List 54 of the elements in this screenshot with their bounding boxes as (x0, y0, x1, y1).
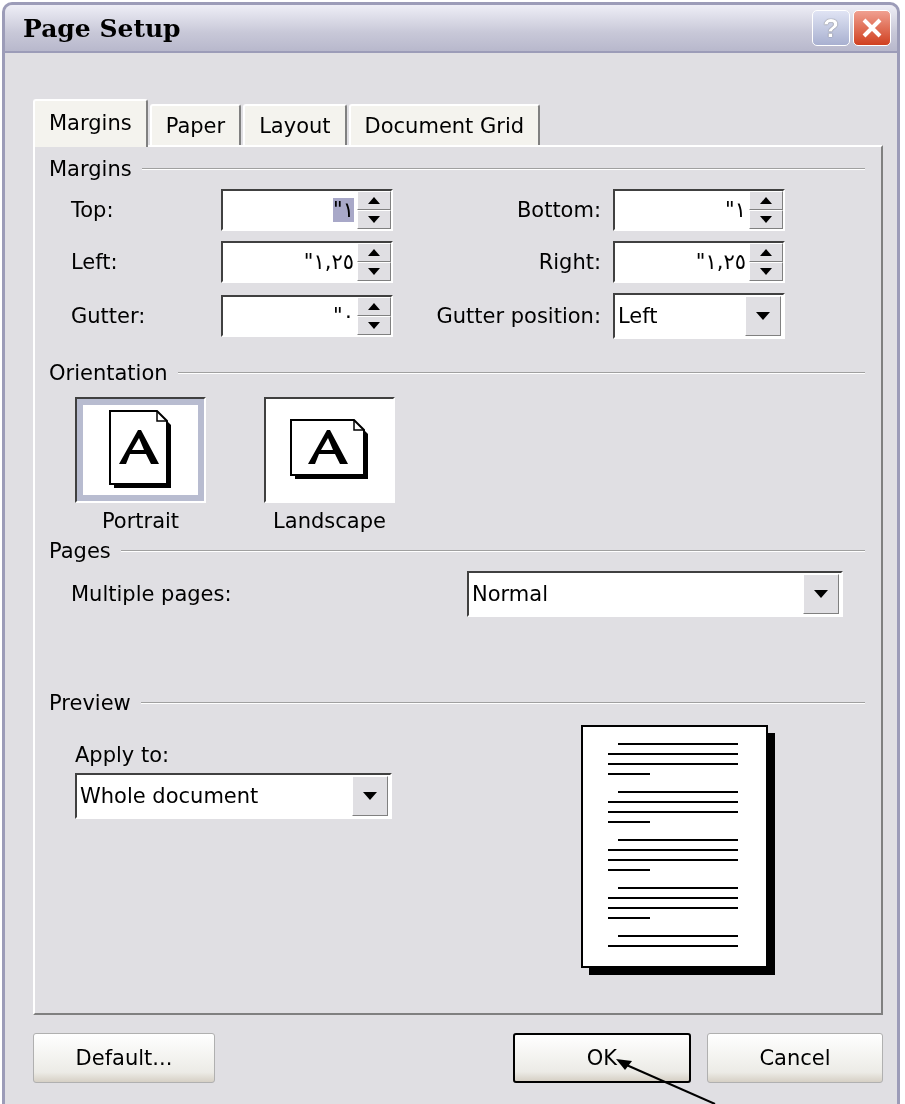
dialog-button[interactable]: Cancel (707, 1033, 883, 1083)
dropdown[interactable]: Normal (467, 571, 843, 617)
field-value: "١,٢٥ (303, 250, 354, 274)
field-label: Bottom: (515, 198, 602, 222)
down-arrow-icon (760, 216, 772, 223)
option-label: Landscape (273, 509, 386, 533)
field-label: Multiple pages: (71, 582, 232, 606)
tab[interactable]: Paper (149, 104, 242, 145)
field-value: "٠ (333, 304, 354, 328)
field-label: Top: (71, 198, 115, 222)
up-arrow-icon (760, 249, 772, 256)
group-title: Pages (49, 539, 111, 563)
group-title: Margins (49, 157, 132, 181)
group-title: Preview (49, 691, 131, 715)
group-title: Orientation (49, 361, 168, 385)
spin-field[interactable]: "٠ (221, 295, 393, 337)
window-title: Page Setup (23, 13, 182, 43)
field-value: "١ (333, 198, 354, 222)
field-label: Left: (71, 250, 119, 274)
dropdown[interactable]: Whole document (75, 773, 392, 819)
down-arrow-icon (760, 268, 772, 275)
dialog-button[interactable]: OK (513, 1033, 691, 1083)
orientation-option[interactable] (75, 397, 206, 503)
field-label: Right: (537, 250, 602, 274)
field-label: Gutter: (71, 304, 147, 328)
close-button[interactable] (853, 10, 891, 46)
spin-field[interactable]: "١,٢٥ (221, 241, 393, 283)
tab[interactable]: Layout (243, 104, 347, 145)
down-arrow-icon (368, 268, 380, 275)
dropdown-arrow-icon (363, 792, 377, 800)
dropdown-arrow-icon (814, 590, 828, 598)
option-label: Portrait (101, 509, 180, 533)
landscape-page-icon (289, 419, 370, 481)
up-arrow-icon (368, 197, 380, 204)
dropdown[interactable]: Left (613, 293, 785, 339)
down-arrow-icon (368, 216, 380, 223)
field-label: Gutter position: (435, 304, 602, 328)
tab[interactable]: Document Grid (348, 104, 541, 145)
field-label: Apply to: (75, 743, 171, 767)
orientation-option[interactable] (264, 397, 395, 503)
up-arrow-icon (368, 249, 380, 256)
field-value: "١,٢٥ (695, 250, 746, 274)
spin-field[interactable]: "١,٢٥ (613, 241, 785, 283)
dropdown-arrow-icon (756, 312, 770, 320)
close-icon (861, 17, 883, 39)
dialog-button[interactable]: Default... (33, 1033, 215, 1083)
up-arrow-icon (760, 197, 772, 204)
field-value: "١ (725, 198, 746, 222)
down-arrow-icon (368, 322, 380, 329)
spin-field[interactable]: "١ (613, 189, 785, 231)
tab[interactable]: Margins (33, 99, 148, 147)
spin-field[interactable]: "١ (221, 189, 393, 231)
up-arrow-icon (368, 303, 380, 310)
portrait-page-icon (108, 410, 173, 490)
